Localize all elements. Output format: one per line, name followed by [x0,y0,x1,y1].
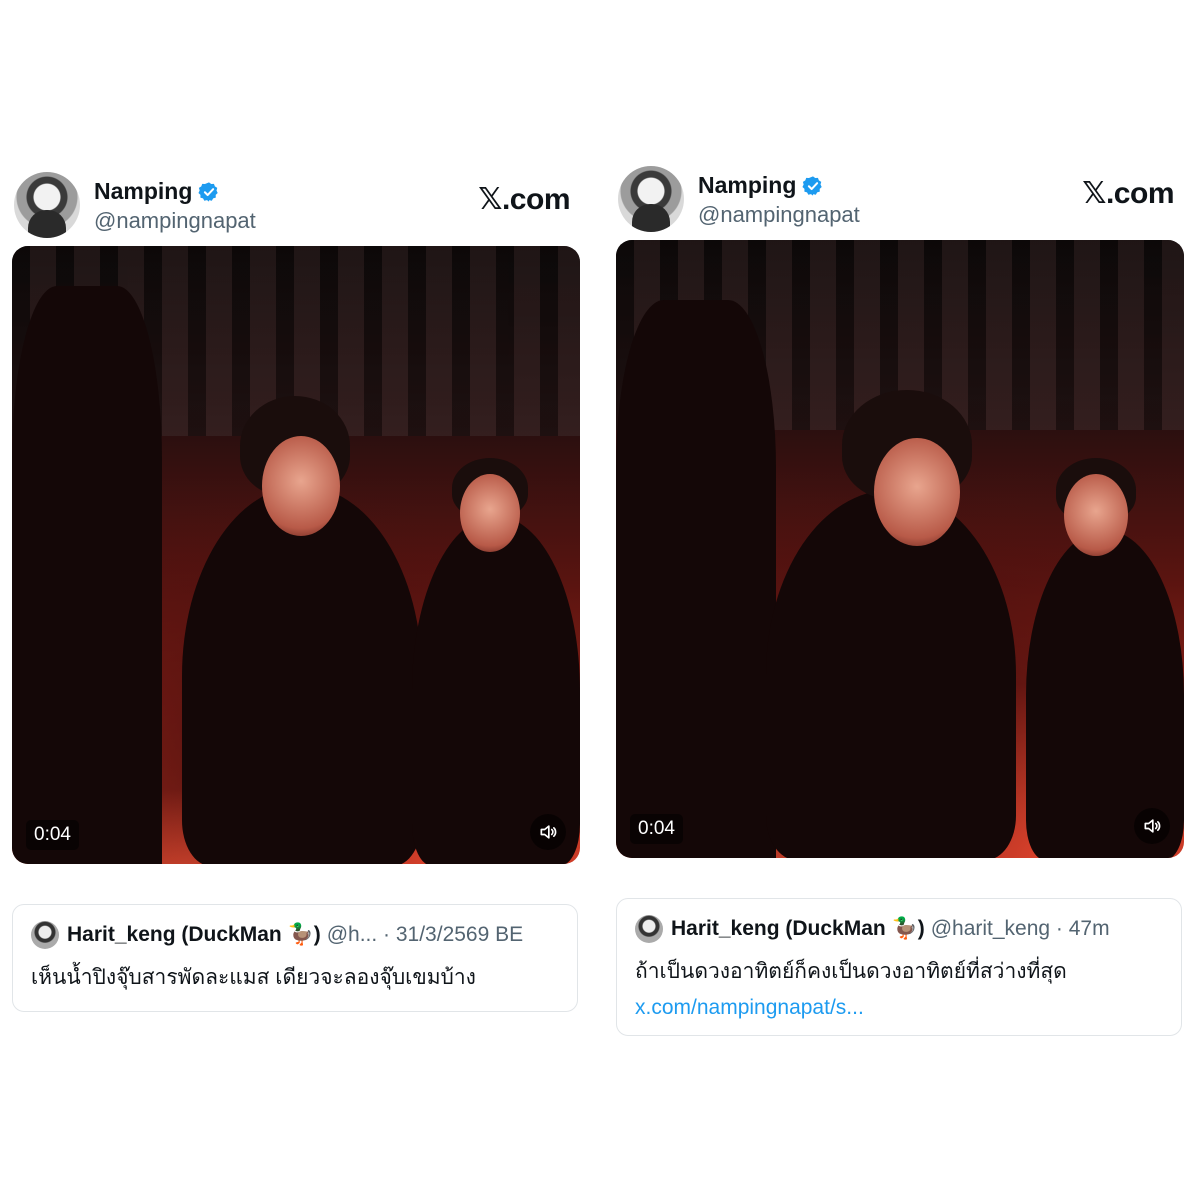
avatar[interactable] [14,172,80,238]
post-header: Namping @nampingnapat 𝕏.com [616,164,1186,240]
post-panel-left: Namping @nampingnapat 𝕏.com 0:04 Harit_k… [12,170,582,1012]
seated-figure-right [1026,530,1184,858]
reply-header: Harit_keng (DuckMan 🦆) @harit_keng · 47m [635,915,1163,943]
standing-figure [616,300,776,858]
reply-text: ถ้าเป็นดวงอาทิตย์ก็คงเป็นดวงอาทิตย์ที่สว… [635,960,1067,983]
post-header: Namping @nampingnapat 𝕏.com [12,170,582,246]
face-right [1064,474,1128,556]
avatar[interactable] [618,166,684,232]
reply-text: เห็นน้ำปิงจุ๊บสารพัดละแมส เดียวจะลองจุ๊บ… [31,966,476,989]
reply-meta: @harit_keng · 47m [930,917,1110,940]
x-logo-icon[interactable]: 𝕏.com [1082,176,1174,211]
author-name[interactable]: Namping [94,178,192,205]
reply-author-name[interactable]: Harit_keng (DuckMan 🦆) [67,923,321,947]
verified-badge-icon [198,181,219,202]
brand-x: 𝕏 [1082,176,1106,211]
verified-badge-icon [802,175,823,196]
reply-author-name[interactable]: Harit_keng (DuckMan 🦆) [671,917,925,941]
author-handle[interactable]: @nampingnapat [94,208,256,234]
video-timestamp: 0:04 [630,814,683,844]
x-logo-icon[interactable]: 𝕏.com [478,182,570,217]
seated-figure [766,490,1016,858]
reply-meta: @h... · 31/3/2569 BE [326,923,524,946]
reply-avatar[interactable] [31,921,59,949]
face [262,436,340,536]
brand-domain: .com [501,183,571,216]
face [874,438,960,546]
video-timestamp: 0:04 [26,820,79,850]
reply-card[interactable]: Harit_keng (DuckMan 🦆) @harit_keng · 47m… [616,898,1182,1036]
volume-icon [540,825,557,839]
author-name-row[interactable]: Namping [698,172,824,199]
volume-button[interactable] [530,814,566,850]
reply-card[interactable]: Harit_keng (DuckMan 🦆) @h... · 31/3/2569… [12,904,578,1012]
author-name[interactable]: Namping [698,172,796,199]
reply-link[interactable]: x.com/nampingnapat/s... [635,996,1163,1020]
brand-domain: .com [1105,177,1175,210]
seated-figure [182,486,422,864]
author-handle[interactable]: @nampingnapat [698,202,860,228]
face-right [460,474,520,552]
reply-avatar[interactable] [635,915,663,943]
author-name-row[interactable]: Namping [94,178,220,205]
standing-figure [12,286,162,864]
volume-icon [1144,819,1161,833]
video-player[interactable]: 0:04 [616,240,1184,858]
post-panel-right: Namping @nampingnapat 𝕏.com 0:04 Harit_k… [616,164,1186,1036]
volume-button[interactable] [1134,808,1170,844]
brand-x: 𝕏 [478,182,502,217]
seated-figure-right [412,516,580,864]
reply-header: Harit_keng (DuckMan 🦆) @h... · 31/3/2569… [31,921,559,949]
video-player[interactable]: 0:04 [12,246,580,864]
